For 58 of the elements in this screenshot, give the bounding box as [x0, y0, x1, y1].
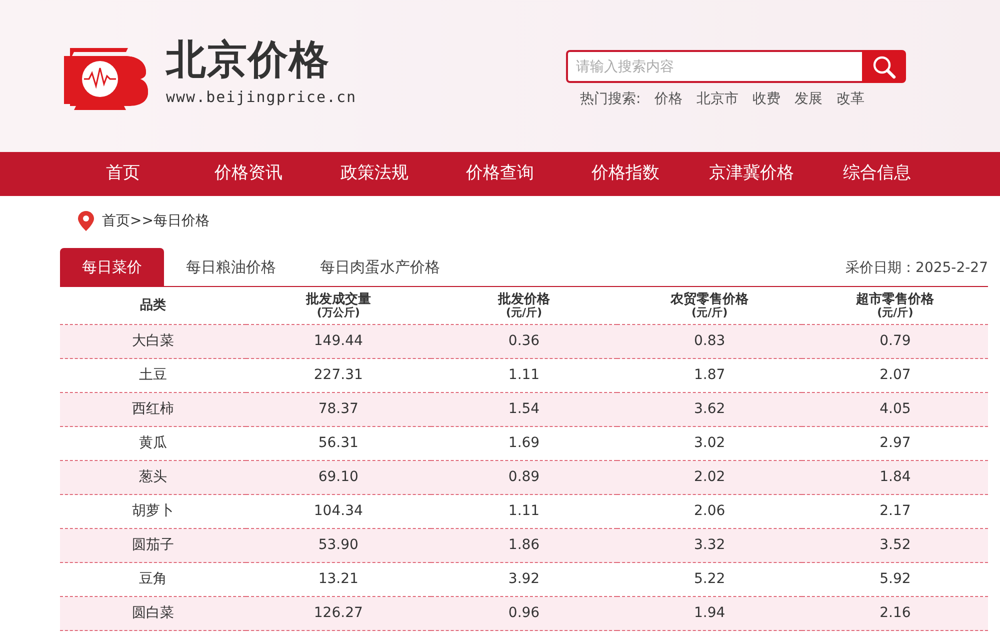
tab[interactable]: 每日粮油价格 — [164, 248, 298, 286]
table-cell: 0.36 — [431, 325, 617, 359]
table-cell: 0.79 — [802, 325, 988, 359]
search-button[interactable] — [862, 50, 906, 83]
nav-link[interactable]: 京津冀价格 — [688, 152, 814, 196]
table-cell: 2.16 — [802, 597, 988, 631]
collection-date: 采价日期：2025-2-27 — [846, 258, 988, 278]
site-title: 北京价格 — [166, 40, 331, 80]
nav-link[interactable]: 价格资讯 — [186, 152, 312, 196]
hot-search-link[interactable]: 发展 — [794, 89, 823, 110]
hot-search-label: 热门搜索: — [580, 90, 641, 109]
column-unit: (元/斤) — [506, 306, 542, 318]
table-cell: 1.54 — [431, 393, 617, 427]
column-title: 农贸零售价格 — [670, 292, 749, 307]
table-cell: 53.90 — [246, 529, 432, 563]
table-cell: 4.05 — [802, 393, 988, 427]
site-url: www.beijingprice.cn — [166, 86, 357, 108]
nav-link[interactable]: 首页 — [60, 152, 186, 196]
hot-search-link[interactable]: 收费 — [752, 89, 781, 110]
column-unit: (元/斤) — [692, 306, 728, 318]
table-cell: 葱头 — [60, 461, 246, 495]
search-icon — [872, 54, 896, 78]
nav-link[interactable]: 综合信息 — [814, 152, 940, 196]
column-unit: (万公斤) — [316, 306, 360, 318]
hot-search-link[interactable]: 北京市 — [696, 89, 739, 110]
table-cell: 3.32 — [616, 529, 802, 563]
column-title: 品类 — [140, 298, 166, 312]
table-cell: 3.62 — [616, 393, 802, 427]
table-cell: 1.86 — [431, 529, 617, 563]
column-unit: (元/斤) — [877, 306, 914, 318]
table-cell: 0.89 — [431, 461, 617, 495]
breadcrumb: 首页>>每日价格 — [102, 212, 210, 230]
location-pin-icon — [78, 211, 94, 231]
tab[interactable]: 每日菜价 — [60, 248, 164, 286]
table-cell: 0.96 — [431, 597, 617, 631]
nav-link[interactable]: 价格指数 — [562, 152, 689, 196]
nav-link[interactable]: 价格查询 — [437, 152, 563, 196]
hot-search-link[interactable]: 价格 — [654, 89, 683, 110]
table-cell: 1.84 — [802, 461, 988, 495]
column-title: 批发价格 — [498, 292, 550, 307]
column-title: 批发成交量 — [306, 292, 371, 307]
nav-link[interactable]: 政策法规 — [311, 152, 438, 196]
table-cell: 圆白菜 — [60, 597, 246, 631]
table-cell: 西红柿 — [60, 393, 246, 427]
table-cell: 149.44 — [246, 325, 432, 359]
table-cell: 大白菜 — [60, 325, 246, 359]
table-cell: 0.83 — [616, 325, 802, 359]
table-cell: 圆茄子 — [60, 529, 246, 563]
search-field[interactable]: 请输入搜索内容 — [566, 50, 862, 83]
table-cell: 2.02 — [616, 461, 802, 495]
hot-search-link[interactable]: 改革 — [836, 89, 865, 110]
table-cell: 126.27 — [246, 597, 432, 631]
column-title: 超市零售价格 — [856, 292, 934, 307]
table-cell: 1.94 — [616, 597, 802, 631]
table-cell: 3.52 — [802, 529, 988, 563]
table-cell: 69.10 — [246, 461, 432, 495]
table-cell: 78.37 — [246, 393, 432, 427]
tab[interactable]: 每日肉蛋水产价格 — [298, 248, 462, 286]
